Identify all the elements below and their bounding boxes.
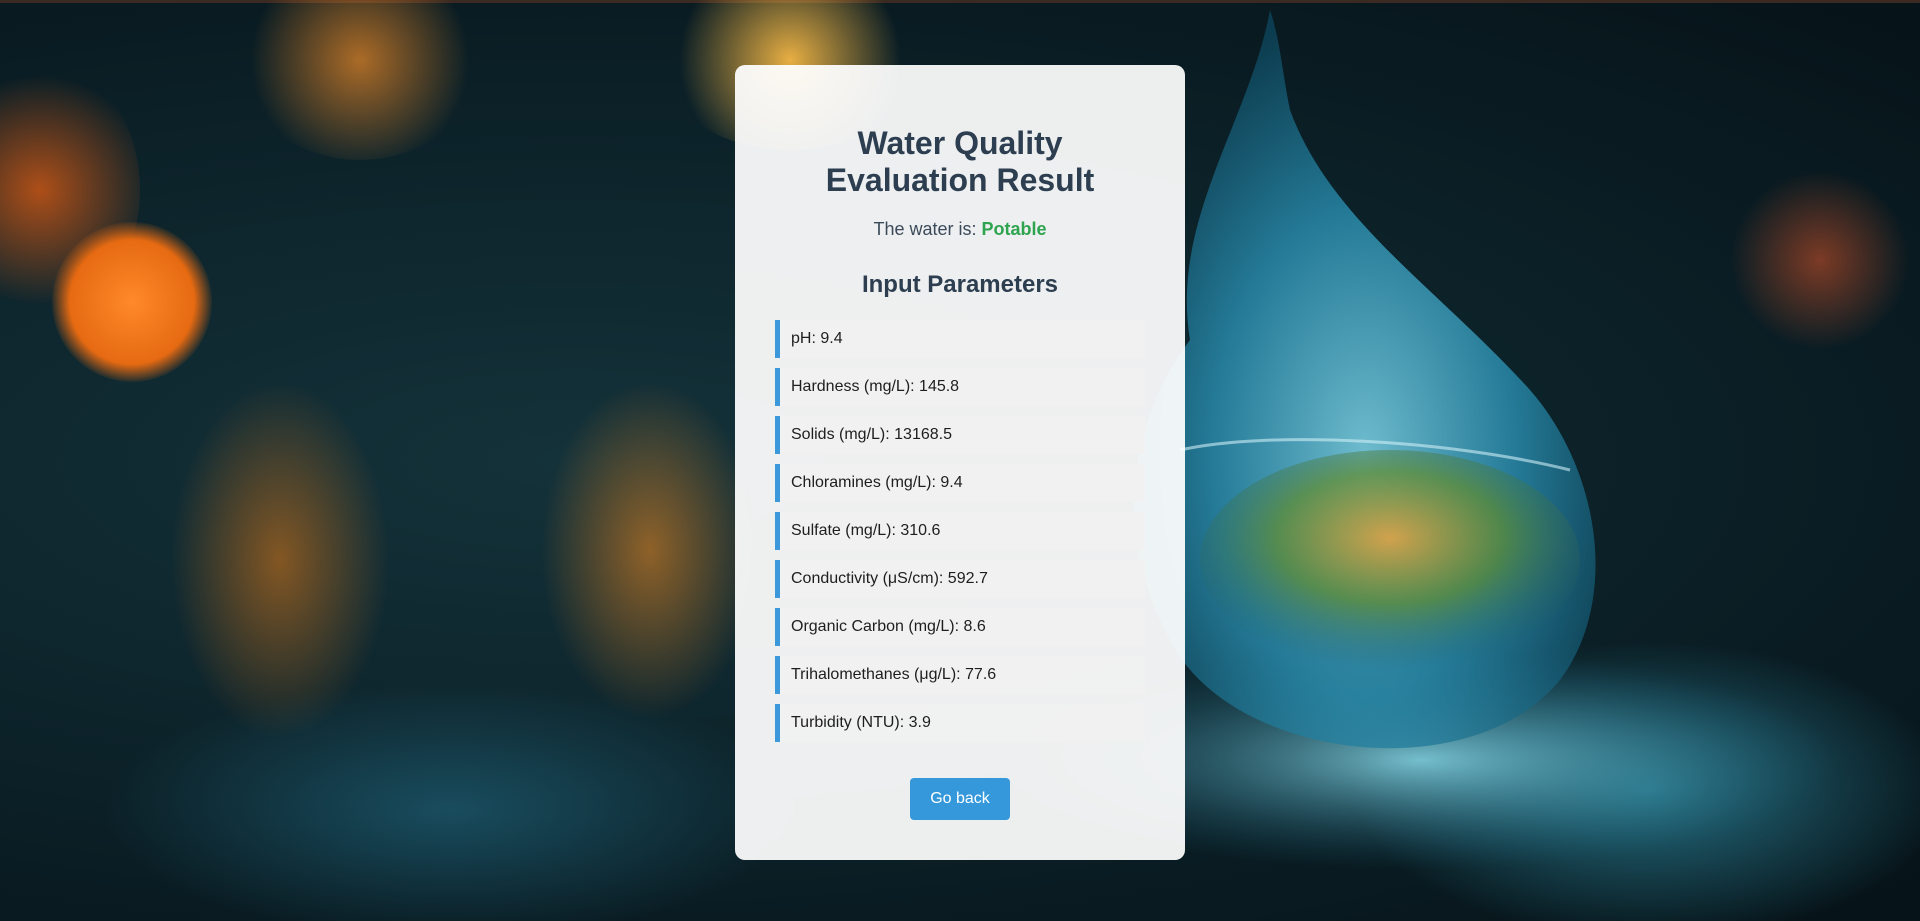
parameter-turbidity: Turbidity (NTU): 3.9 bbox=[775, 704, 1145, 742]
status-value: Potable bbox=[981, 219, 1047, 239]
parameter-list: pH: 9.4 Hardness (mg/L): 145.8 Solids (m… bbox=[775, 320, 1145, 752]
go-back-button[interactable]: Go back bbox=[910, 778, 1010, 820]
section-title: Input Parameters bbox=[861, 271, 1059, 298]
title-line-2: Evaluation Result bbox=[825, 162, 1095, 198]
parameter-organic-carbon: Organic Carbon (mg/L): 8.6 bbox=[775, 608, 1145, 646]
result-card: Water Quality Evaluation Result The wate… bbox=[735, 65, 1185, 860]
parameter-hardness: Hardness (mg/L): 145.8 bbox=[775, 368, 1145, 406]
parameter-chloramines: Chloramines (mg/L): 9.4 bbox=[775, 464, 1145, 502]
parameter-solids: Solids (mg/L): 13168.5 bbox=[775, 416, 1145, 454]
parameter-trihalomethanes: Trihalomethanes (μg/L): 77.6 bbox=[775, 656, 1145, 694]
parameter-ph: pH: 9.4 bbox=[775, 320, 1145, 358]
parameter-conductivity: Conductivity (μS/cm): 592.7 bbox=[775, 560, 1145, 598]
status-label: The water is: bbox=[873, 219, 977, 239]
page-title: Water Quality Evaluation Result bbox=[735, 125, 1185, 199]
parameter-sulfate: Sulfate (mg/L): 310.6 bbox=[775, 512, 1145, 550]
potability-status: The water is: Potable bbox=[735, 219, 1185, 240]
title-line-1: Water Quality bbox=[857, 125, 1063, 161]
